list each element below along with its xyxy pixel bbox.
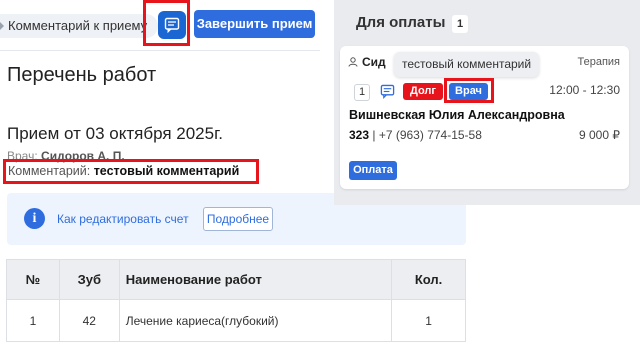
comment-icon[interactable] — [380, 84, 395, 99]
patient-phone: | +7 (963) 774-15-58 — [372, 128, 482, 142]
highlight-frame-doctor-badge — [444, 78, 494, 103]
card-number: 1 — [354, 84, 370, 101]
card-sum: 9 000 ₽ — [579, 128, 620, 142]
pay-button[interactable]: Оплата — [349, 161, 397, 180]
patient-id: 323 — [349, 128, 370, 142]
cell-work-name: Лечение кариеса(глубокий) — [118, 299, 393, 342]
info-text[interactable]: Как редактировать счет — [57, 212, 189, 226]
page-title: Перечень работ — [7, 64, 157, 86]
column-header-work-name[interactable]: Наименование работ — [118, 259, 393, 300]
column-header-number[interactable]: № — [6, 259, 60, 300]
visit-title: Прием от 03 октября 2025г. — [7, 124, 223, 143]
visit-comment-chip[interactable]: Комментарий к приему — [0, 14, 158, 38]
header-divider — [0, 50, 320, 51]
patient-info: 323 | +7 (963) 774-15-58 — [349, 128, 482, 142]
table-row[interactable]: 1 42 Лечение кариеса(глубокий) 1 — [6, 299, 466, 342]
info-icon: i — [24, 208, 45, 229]
card-time: 12:00 - 12:30 — [549, 83, 620, 97]
column-header-quantity[interactable]: Кол. — [391, 259, 466, 300]
column-header-tooth[interactable]: Зуб — [58, 259, 120, 300]
card-specialty: Терапия — [577, 56, 620, 68]
chip-caret-icon — [0, 22, 4, 30]
payment-card[interactable]: Сид Терапия тестовый комментарий 1 Долг … — [340, 46, 629, 189]
visit-comment-chip-label: Комментарий к приему — [8, 18, 148, 33]
highlight-frame-comment-button — [143, 0, 190, 46]
patient-name: Вишневская Юлия Александровна — [349, 108, 565, 122]
more-button[interactable]: Подробнее — [203, 207, 273, 231]
person-icon — [348, 57, 358, 67]
highlight-frame-comment-line — [3, 159, 259, 184]
card-doctor: Сид — [348, 55, 386, 69]
debt-badge: Долг — [403, 83, 443, 100]
payment-queue-panel: Для оплаты 1 Сид Терапия тестовый коммен… — [334, 0, 640, 205]
finish-visit-button[interactable]: Завершить прием — [194, 10, 315, 38]
comment-tooltip: тестовый комментарий — [394, 52, 540, 77]
cell-number: 1 — [6, 299, 60, 342]
card-doctor-name: Сид — [362, 55, 386, 69]
payment-count-badge: 1 — [452, 15, 468, 33]
works-table: № Зуб Наименование работ Кол. 1 42 Лечен… — [6, 259, 466, 342]
cell-tooth: 42 — [58, 299, 120, 342]
cell-quantity: 1 — [391, 299, 466, 342]
payment-queue-title: Для оплаты — [356, 14, 446, 31]
table-header-row: № Зуб Наименование работ Кол. — [6, 259, 466, 300]
